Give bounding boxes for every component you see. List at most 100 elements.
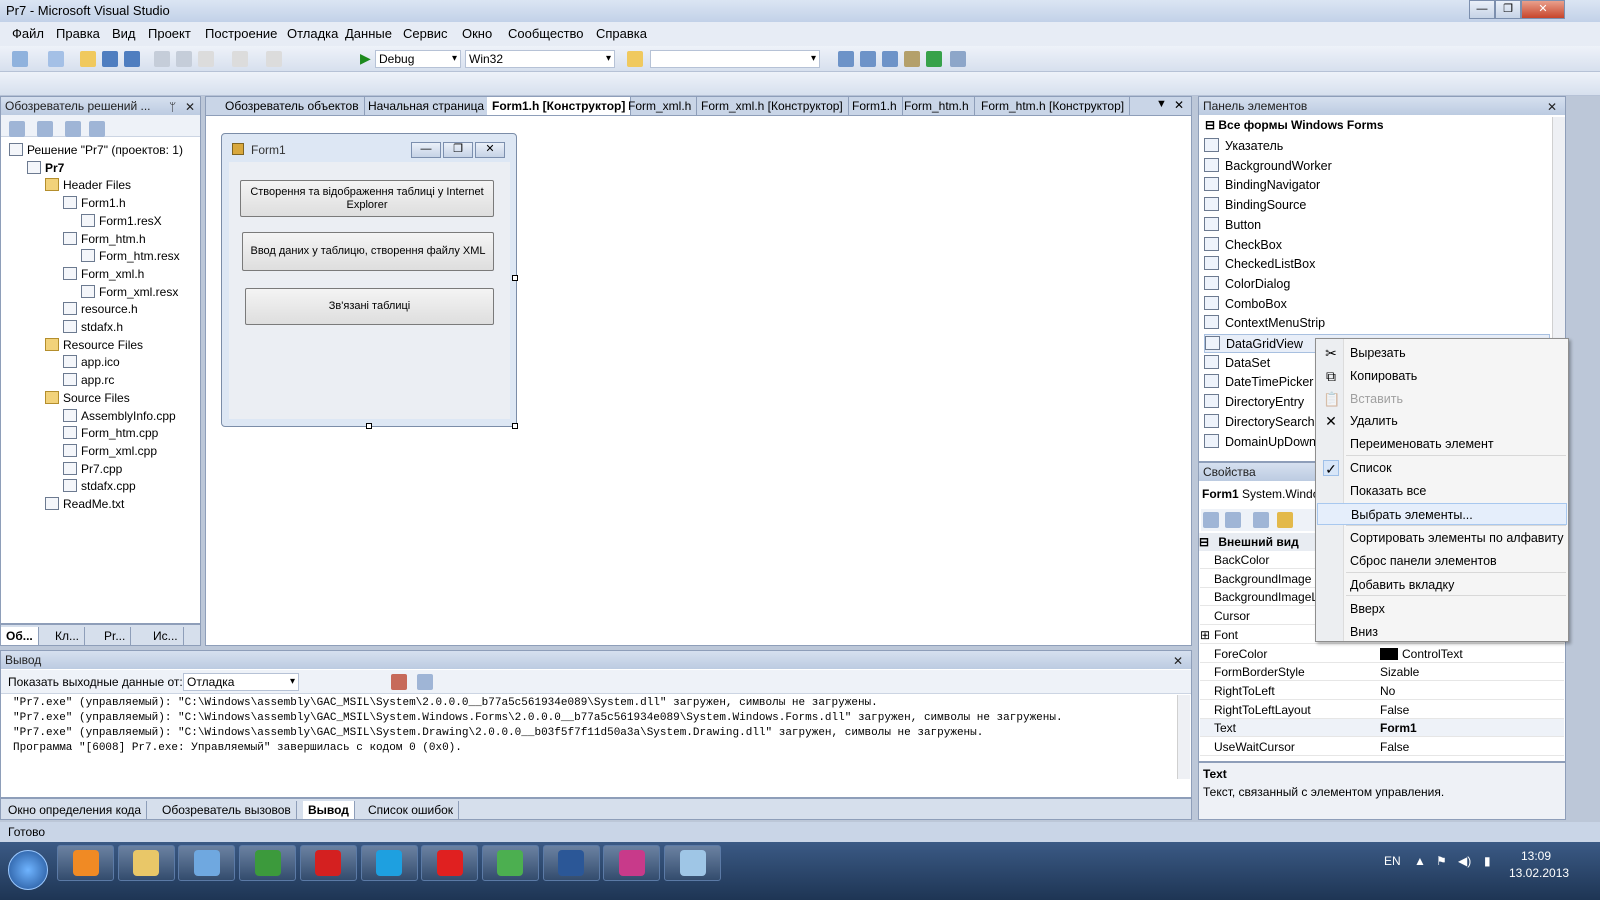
properties-view-icon[interactable] [1253, 512, 1269, 528]
context-menu-item[interactable]: Вниз [1317, 621, 1567, 643]
tree-item[interactable]: resource.h [63, 300, 138, 318]
close-icon[interactable]: ✕ [185, 98, 195, 116]
toolbox-icon[interactable] [904, 51, 920, 67]
tree-item[interactable]: Form_xml.resx [81, 283, 178, 301]
paste-icon[interactable] [198, 51, 214, 67]
panel-tab[interactable]: Обозреватель вызовов [157, 801, 297, 819]
copy-icon[interactable] [176, 51, 192, 67]
tray-arrow-icon[interactable]: ▲ [1414, 854, 1426, 868]
close-icon[interactable]: ✕ [1547, 98, 1557, 116]
tree-item[interactable]: stdafx.h [63, 318, 123, 336]
toolbox-group-header[interactable]: ⊟ Все формы Windows Forms [1205, 118, 1384, 132]
language-indicator[interactable]: EN [1384, 854, 1401, 868]
maximize-button[interactable]: ❐ [1495, 0, 1521, 19]
taskbar-utorrent-button[interactable] [239, 845, 297, 881]
object-browser-icon[interactable] [882, 51, 898, 67]
toolbox-item[interactable]: Button [1204, 216, 1261, 235]
menu-item[interactable]: Проект [148, 26, 191, 41]
open-icon[interactable] [80, 51, 96, 67]
form-minimize-button[interactable]: — [411, 142, 441, 158]
start-page-icon[interactable] [926, 51, 942, 67]
taskbar-explorer-button[interactable] [117, 845, 175, 881]
tree-item[interactable]: Form1.h [63, 194, 126, 212]
toolbox-item[interactable]: BackgroundWorker [1204, 157, 1332, 176]
toolbox-item[interactable]: ContextMenuStrip [1204, 314, 1325, 333]
word-wrap-icon[interactable] [417, 674, 433, 690]
toolbox-item[interactable]: DirectoryEntry [1204, 393, 1304, 412]
close-document-icon[interactable]: ✕ [1174, 98, 1184, 112]
tree-item[interactable]: Source Files [45, 389, 130, 407]
property-row[interactable]: ForeColor ControlText [1200, 645, 1564, 663]
panel-tab[interactable]: Pr... [99, 627, 132, 645]
configuration-combo[interactable]: Debug [375, 50, 461, 68]
tree-item[interactable]: Form_htm.resx [81, 247, 180, 265]
document-tab[interactable]: Form1.h [Конструктор] [487, 97, 632, 115]
context-menu-item[interactable]: ✕ Удалить [1317, 410, 1567, 432]
tree-item[interactable]: app.ico [63, 353, 120, 371]
start-button[interactable] [8, 850, 48, 890]
context-menu-item[interactable]: Выбрать элементы... [1317, 503, 1567, 525]
context-menu-item[interactable]: Сортировать элементы по алфавиту [1317, 527, 1567, 549]
document-tab[interactable]: Обозреватель объектов [220, 97, 365, 115]
toolbox-item[interactable]: DateTimePicker [1204, 373, 1313, 392]
output-source-combo[interactable]: Отладка [183, 673, 299, 691]
toolbox-item[interactable]: CheckedListBox [1204, 255, 1315, 274]
tree-item[interactable]: AssemblyInfo.cpp [63, 407, 176, 425]
redo-icon[interactable] [266, 51, 282, 67]
menu-item[interactable]: Файл [12, 26, 44, 41]
other-windows-icon[interactable] [950, 51, 966, 67]
context-menu-item[interactable]: Вверх [1317, 598, 1567, 620]
context-menu-item[interactable]: ✓ Список [1317, 457, 1567, 479]
tree-item[interactable]: Form1.resX [81, 212, 162, 230]
resize-handle[interactable] [366, 423, 372, 429]
panel-tab[interactable]: Окно определения кода [3, 801, 148, 819]
property-row[interactable]: RightToLeft No [1200, 682, 1564, 700]
taskbar-chrome-button[interactable] [481, 845, 539, 881]
toolbox-item[interactable]: ComboBox [1204, 295, 1287, 314]
tree-item[interactable]: Header Files [45, 176, 131, 194]
start-debug-icon[interactable]: ▶ [360, 50, 371, 67]
tree-item[interactable]: ReadMe.txt [45, 495, 124, 513]
menu-item[interactable]: Построение [205, 26, 277, 41]
tree-item[interactable]: Решение "Pr7" (проектов: 1) [9, 141, 183, 159]
linked-tables-button[interactable]: Зв'язані таблиці [245, 288, 494, 325]
pin-icon[interactable]: ᛘ [169, 98, 176, 116]
add-item-icon[interactable] [48, 51, 64, 67]
refresh-icon[interactable] [37, 121, 53, 137]
tab-dropdown-icon[interactable]: ▼ [1156, 98, 1167, 110]
document-tab[interactable]: Начальная страница [363, 97, 491, 115]
properties-icon[interactable] [860, 51, 876, 67]
taskbar-word-button[interactable] [542, 845, 600, 881]
volume-icon[interactable]: ◀) [1458, 854, 1471, 868]
tree-item[interactable]: Pr7.cpp [63, 460, 122, 478]
context-menu-item[interactable]: ⧉ Копировать [1317, 365, 1567, 387]
create-table-ie-button[interactable]: Створення та відображення таблиці у Inte… [240, 180, 494, 217]
clock-time[interactable]: 13:09 [1521, 849, 1551, 863]
toolbox-item[interactable]: DomainUpDown [1204, 433, 1316, 452]
context-menu-item[interactable]: Добавить вкладку [1317, 574, 1567, 596]
toolbox-item[interactable]: DirectorySearche [1204, 413, 1322, 432]
close-icon[interactable]: ✕ [1173, 652, 1183, 670]
taskbar-yandex-button[interactable] [421, 845, 479, 881]
taskbar-mail-button[interactable] [178, 845, 236, 881]
platform-combo[interactable]: Win32 [465, 50, 615, 68]
toolbox-item[interactable]: ColorDialog [1204, 275, 1290, 294]
tree-item[interactable]: Form_xml.h [63, 265, 144, 283]
context-menu-item[interactable]: 📋 Вставить [1317, 388, 1567, 410]
menu-item[interactable]: Вид [112, 26, 136, 41]
panel-tab[interactable]: Ис... [148, 627, 184, 645]
form1-designer[interactable]: Form1 — ❐ ✕ Створення та відображення та… [221, 133, 517, 427]
categorized-icon[interactable] [1203, 512, 1219, 528]
clear-all-icon[interactable] [391, 674, 407, 690]
panel-tab[interactable]: Вывод [303, 801, 355, 819]
tree-item[interactable]: Pr7 [27, 159, 64, 177]
property-row[interactable]: RightToLeftLayout False [1200, 701, 1564, 719]
property-row[interactable]: FormBorderStyle Sizable [1200, 663, 1564, 682]
form-close-button[interactable]: ✕ [475, 142, 505, 158]
document-tab[interactable]: Form_htm.h [899, 97, 975, 115]
document-tab[interactable]: Form_xml.h [Конструктор] [696, 97, 849, 115]
find-combo[interactable] [650, 50, 820, 68]
save-all-icon[interactable] [124, 51, 140, 67]
network-icon[interactable]: ▮ [1484, 854, 1491, 868]
flag-icon[interactable]: ⚑ [1436, 854, 1447, 868]
